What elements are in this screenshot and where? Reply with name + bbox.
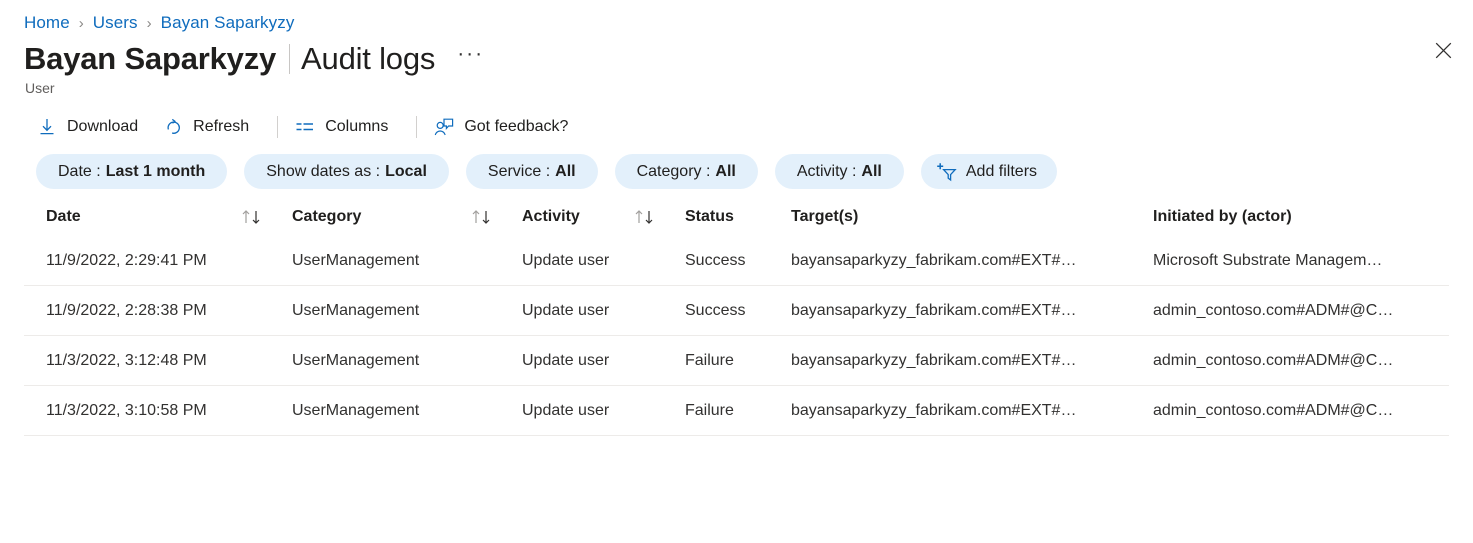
column-header-category[interactable]: Category <box>292 208 522 226</box>
got-feedback-button[interactable]: Got feedback? <box>433 111 578 143</box>
title-divider <box>289 44 290 74</box>
cell-date: 11/3/2022, 3:10:58 PM <box>24 402 292 420</box>
close-icon <box>1435 42 1452 59</box>
close-button[interactable] <box>1425 32 1461 68</box>
table-header-row: Date Category Activity <box>24 198 1449 236</box>
cell-category: UserManagement <box>292 402 522 420</box>
toolbar-divider <box>416 116 417 138</box>
download-button[interactable]: Download <box>36 111 148 143</box>
got-feedback-label: Got feedback? <box>464 118 568 136</box>
sort-icon[interactable] <box>633 209 685 225</box>
sort-icon[interactable] <box>240 209 292 225</box>
column-header-label: Category <box>292 208 361 226</box>
filter-pill-category[interactable]: Category : All <box>615 154 758 189</box>
cell-target: bayansaparkyzy_fabrikam.com#EXT#… <box>791 402 1153 420</box>
filter-pill-date[interactable]: Date : Last 1 month <box>36 154 227 189</box>
filter-pill-service[interactable]: Service : All <box>466 154 598 189</box>
audit-logs-table: Date Category Activity <box>0 198 1473 436</box>
column-header-date[interactable]: Date <box>24 208 292 226</box>
cell-actor: admin_contoso.com#ADM#@C… <box>1153 352 1449 370</box>
filter-value: All <box>715 163 735 181</box>
columns-label: Columns <box>325 118 388 136</box>
table-row[interactable]: 11/3/2022, 3:12:48 PM UserManagement Upd… <box>24 336 1449 386</box>
more-options-icon[interactable]: ··· <box>457 49 484 69</box>
table-row[interactable]: 11/3/2022, 3:10:58 PM UserManagement Upd… <box>24 386 1449 436</box>
add-filter-icon <box>935 161 959 183</box>
cell-status: Success <box>685 302 791 320</box>
add-filters-button[interactable]: Add filters <box>921 154 1057 189</box>
cell-category: UserManagement <box>292 352 522 370</box>
filter-value: Last 1 month <box>106 163 206 181</box>
table-row[interactable]: 11/9/2022, 2:28:38 PM UserManagement Upd… <box>24 286 1449 336</box>
columns-icon <box>294 116 316 138</box>
cell-target: bayansaparkyzy_fabrikam.com#EXT#… <box>791 252 1153 270</box>
cell-activity: Update user <box>522 252 685 270</box>
cell-activity: Update user <box>522 352 685 370</box>
table-row[interactable]: 11/9/2022, 2:29:41 PM UserManagement Upd… <box>24 236 1449 286</box>
feedback-icon <box>433 116 455 138</box>
refresh-icon <box>162 116 184 138</box>
cell-actor: admin_contoso.com#ADM#@C… <box>1153 302 1449 320</box>
column-header-status: Status <box>685 208 791 226</box>
breadcrumb: Home › Users › Bayan Saparkyzy <box>0 0 1473 30</box>
filter-label: Category : <box>637 163 711 181</box>
page-title: Bayan Saparkyzy <box>24 41 276 77</box>
filter-value: All <box>861 163 881 181</box>
cell-status: Success <box>685 252 791 270</box>
command-bar: Download Refresh Columns Got feed <box>0 98 1473 142</box>
column-header-targets: Target(s) <box>791 208 1153 226</box>
download-label: Download <box>67 118 138 136</box>
filter-label: Service : <box>488 163 550 181</box>
filter-pill-activity[interactable]: Activity : All <box>775 154 904 189</box>
download-icon <box>36 116 58 138</box>
column-header-initiated-by: Initiated by (actor) <box>1153 208 1449 226</box>
breadcrumb-separator-icon: › <box>79 15 84 32</box>
cell-date: 11/9/2022, 2:28:38 PM <box>24 302 292 320</box>
filter-bar: Date : Last 1 month Show dates as : Loca… <box>0 142 1473 188</box>
cell-category: UserManagement <box>292 252 522 270</box>
cell-actor: Microsoft Substrate Managem… <box>1153 252 1449 270</box>
filter-label: Date : <box>58 163 101 181</box>
cell-date: 11/3/2022, 3:12:48 PM <box>24 352 292 370</box>
columns-button[interactable]: Columns <box>294 111 398 143</box>
filter-value: Local <box>385 163 427 181</box>
filter-label: Activity : <box>797 163 857 181</box>
page-subtitle: User <box>0 76 1473 98</box>
cell-status: Failure <box>685 402 791 420</box>
sort-icon[interactable] <box>470 209 522 225</box>
cell-category: UserManagement <box>292 302 522 320</box>
cell-actor: admin_contoso.com#ADM#@C… <box>1153 402 1449 420</box>
cell-date: 11/9/2022, 2:29:41 PM <box>24 252 292 270</box>
column-header-label: Activity <box>522 208 580 226</box>
breadcrumb-separator-icon: › <box>147 15 152 32</box>
add-filters-label: Add filters <box>966 163 1037 181</box>
cell-activity: Update user <box>522 402 685 420</box>
page-header: Bayan Saparkyzy Audit logs ··· <box>0 30 1473 76</box>
filter-label: Show dates as : <box>266 163 380 181</box>
refresh-label: Refresh <box>193 118 249 136</box>
column-header-label: Date <box>46 208 81 226</box>
filter-pill-show-dates-as[interactable]: Show dates as : Local <box>244 154 449 189</box>
cell-activity: Update user <box>522 302 685 320</box>
refresh-button[interactable]: Refresh <box>162 111 259 143</box>
cell-status: Failure <box>685 352 791 370</box>
column-header-activity[interactable]: Activity <box>522 208 685 226</box>
cell-target: bayansaparkyzy_fabrikam.com#EXT#… <box>791 302 1153 320</box>
toolbar-divider <box>277 116 278 138</box>
page-section-title: Audit logs <box>301 41 435 77</box>
filter-value: All <box>555 163 575 181</box>
cell-target: bayansaparkyzy_fabrikam.com#EXT#… <box>791 352 1153 370</box>
